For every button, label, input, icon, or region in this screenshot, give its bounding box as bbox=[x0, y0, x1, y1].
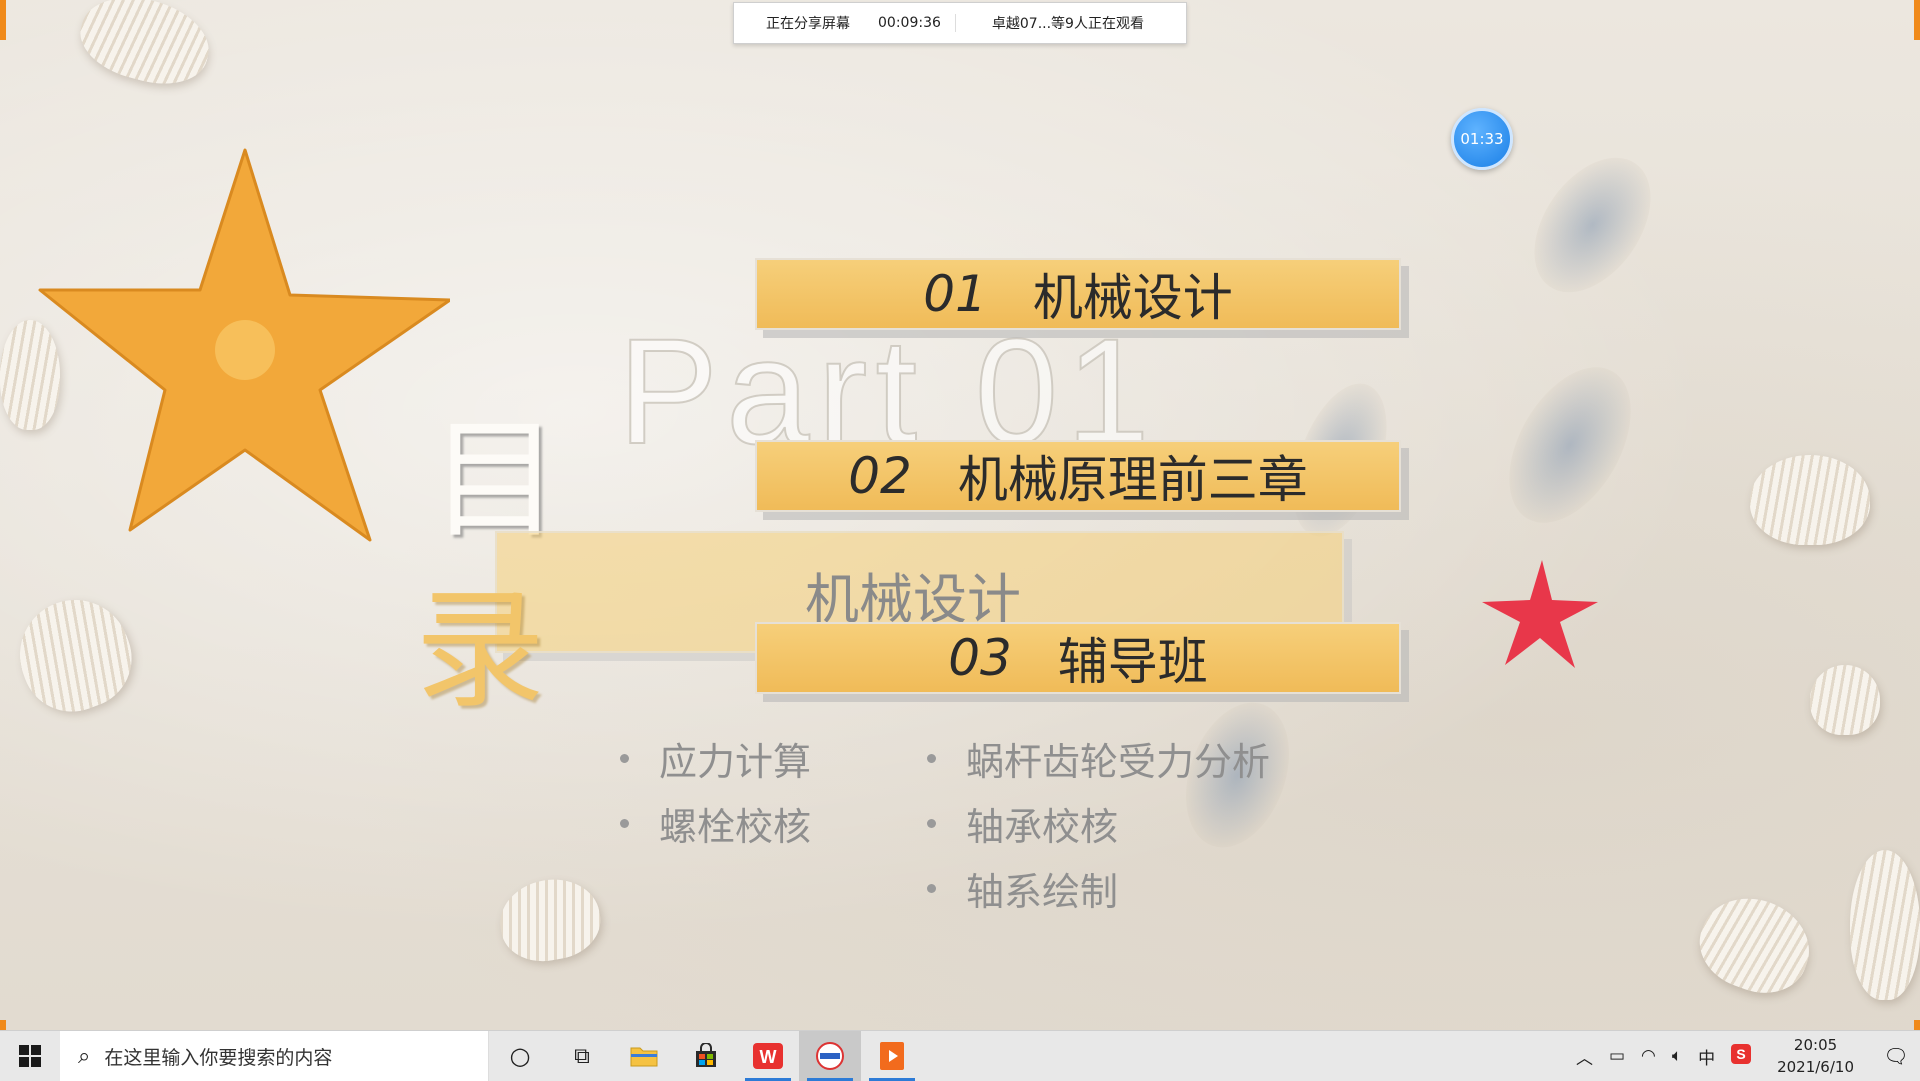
list-item: 应力计算 bbox=[620, 726, 811, 791]
toc-item-label: 机械设计 bbox=[1032, 269, 1233, 327]
toc-item-label: 辅导班 bbox=[1057, 633, 1208, 691]
clock-date: 2021/6/10 bbox=[1777, 1058, 1854, 1076]
file-explorer-icon[interactable] bbox=[613, 1031, 675, 1081]
bullet-icon bbox=[620, 819, 629, 828]
starfish-decoration bbox=[38, 148, 450, 542]
bullet-list-right: 蜗杆齿轮受力分析 轴承校核 轴系绘制 bbox=[927, 726, 1270, 921]
footprint-decoration bbox=[1484, 346, 1656, 544]
windows-logo-icon bbox=[19, 1045, 41, 1067]
share-border-marker bbox=[0, 0, 6, 40]
toc-item-number: 02 bbox=[848, 447, 912, 505]
seashell-decoration bbox=[4, 584, 146, 726]
meeting-logo-icon bbox=[816, 1042, 844, 1070]
wifi-icon[interactable]: ◠ bbox=[1633, 1046, 1664, 1066]
sogou-input-icon[interactable]: S bbox=[1723, 1043, 1759, 1069]
meeting-app-icon[interactable] bbox=[799, 1031, 861, 1081]
floating-timer-badge[interactable]: 01:33 bbox=[1451, 108, 1513, 170]
search-icon: ⌕ bbox=[78, 1043, 91, 1069]
list-item: 螺栓校核 bbox=[620, 791, 811, 856]
list-item: 轴系绘制 bbox=[927, 856, 1270, 921]
play-slides-icon bbox=[880, 1042, 904, 1070]
seashell-decoration bbox=[71, 0, 219, 96]
bullet-icon bbox=[927, 754, 936, 763]
presentation-slide: Part 01 目 机械设计 01 机械设计 02 机械原理前三章 03 辅导班… bbox=[0, 0, 1920, 1030]
list-item-text: 轴系绘制 bbox=[966, 870, 1119, 914]
list-item-text: 螺栓校核 bbox=[659, 805, 812, 849]
seashell-decoration bbox=[1850, 850, 1920, 1000]
notification-center-icon[interactable]: 🗨︎ bbox=[1872, 1044, 1920, 1068]
presentation-icon[interactable] bbox=[861, 1031, 923, 1081]
toc-item-label: 机械原理前三章 bbox=[957, 451, 1308, 509]
share-status: 正在分享屏幕 bbox=[766, 16, 850, 32]
toc-heading-bottom: 录 bbox=[415, 574, 546, 726]
red-starfish-decoration bbox=[1482, 560, 1598, 668]
seashell-decoration bbox=[1810, 665, 1880, 735]
shopping-bag-icon bbox=[696, 1043, 716, 1067]
svg-text:S: S bbox=[1736, 1046, 1745, 1062]
folder-icon bbox=[630, 1047, 658, 1067]
taskbar-search-box[interactable]: ⌕ 在这里输入你要搜索的内容 bbox=[60, 1031, 489, 1081]
screen-share-bar[interactable]: 正在分享屏幕 00:09:36 卓越07...等9人正在观看 bbox=[733, 2, 1187, 44]
share-elapsed-time: 00:09:36 bbox=[878, 15, 941, 31]
cortana-icon[interactable]: ○ bbox=[489, 1031, 551, 1081]
bullet-icon bbox=[927, 819, 936, 828]
ime-indicator[interactable]: 中 bbox=[1690, 1044, 1723, 1069]
volume-icon[interactable]: 🔈︎ bbox=[1664, 1046, 1690, 1066]
toc-item-03[interactable]: 03 辅导班 bbox=[755, 622, 1401, 694]
list-item: 轴承校核 bbox=[927, 791, 1270, 856]
seashell-decoration bbox=[493, 871, 607, 969]
footprint-decoration bbox=[1510, 136, 1675, 314]
wps-logo-icon: W bbox=[753, 1043, 783, 1069]
seashell-decoration bbox=[1750, 455, 1870, 545]
bullet-icon bbox=[927, 884, 936, 893]
search-placeholder: 在这里输入你要搜索的内容 bbox=[104, 1046, 333, 1069]
system-tray: ︿ ▭ ◠ 🔈︎ 中 S 20:05 2021/6/10 🗨︎ bbox=[1568, 1031, 1920, 1081]
toc-item-number: 01 bbox=[923, 265, 987, 323]
battery-icon[interactable]: ▭ bbox=[1601, 1046, 1633, 1066]
task-view-icon[interactable]: ⧉ bbox=[551, 1031, 613, 1081]
share-viewers[interactable]: 卓越07...等9人正在观看 bbox=[956, 13, 1158, 33]
windows-taskbar: ⌕ 在这里输入你要搜索的内容 ○ ⧉ W ︿ ▭ ◠ 🔈︎ 中 S 20:05 … bbox=[0, 1030, 1920, 1081]
chevron-up-icon[interactable]: ︿ bbox=[1568, 1044, 1601, 1069]
list-item-text: 应力计算 bbox=[659, 740, 812, 784]
list-item-text: 轴承校核 bbox=[966, 805, 1119, 849]
bullet-icon bbox=[620, 754, 629, 763]
toc-item-01[interactable]: 01 机械设计 bbox=[755, 258, 1401, 330]
system-clock[interactable]: 20:05 2021/6/10 bbox=[1759, 1034, 1872, 1078]
seashell-decoration bbox=[1687, 883, 1823, 1007]
list-item-text: 蜗杆齿轮受力分析 bbox=[966, 740, 1271, 784]
clock-time: 20:05 bbox=[1793, 1036, 1838, 1054]
share-border-marker bbox=[1914, 0, 1920, 40]
start-button[interactable] bbox=[0, 1031, 60, 1081]
store-icon[interactable] bbox=[675, 1031, 737, 1081]
svg-text:W: W bbox=[760, 1047, 777, 1067]
sogou-logo-icon: S bbox=[1731, 1043, 1752, 1064]
toc-item-02[interactable]: 02 机械原理前三章 bbox=[755, 440, 1401, 512]
toc-item-number: 03 bbox=[948, 629, 1012, 687]
bullet-list-left: 应力计算 螺栓校核 bbox=[620, 726, 811, 856]
wps-icon[interactable]: W bbox=[737, 1031, 799, 1081]
list-item: 蜗杆齿轮受力分析 bbox=[927, 726, 1270, 791]
